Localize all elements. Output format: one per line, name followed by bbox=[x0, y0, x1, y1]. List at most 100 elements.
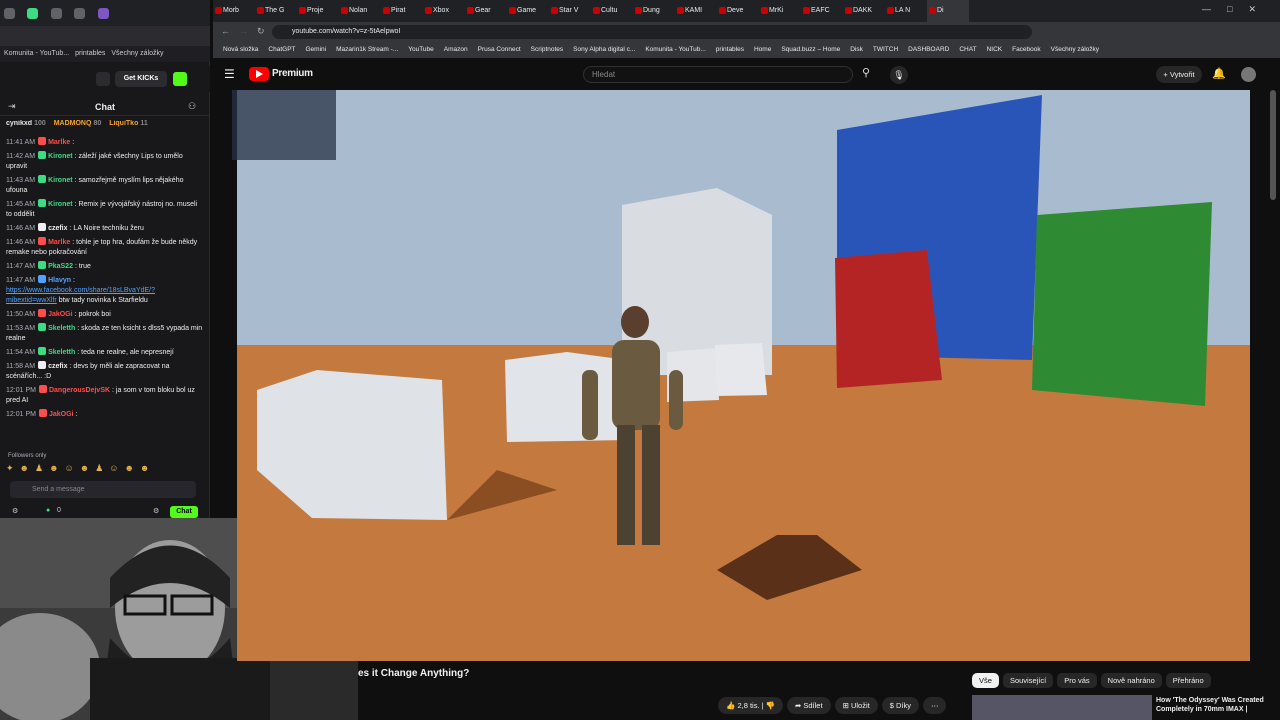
search-icon[interactable]: ⚲ bbox=[855, 66, 877, 83]
tab-icon[interactable] bbox=[50, 8, 62, 19]
bookmark[interactable]: Prusa Connect bbox=[478, 42, 521, 58]
chip-related[interactable]: Související bbox=[1002, 673, 1054, 688]
bookmark[interactable]: YouTube bbox=[408, 42, 434, 58]
message-user[interactable]: Kironet bbox=[48, 201, 73, 208]
browser-tab[interactable]: DAKK bbox=[843, 0, 885, 22]
bookmark[interactable]: Amazon bbox=[444, 42, 468, 58]
bookmark[interactable]: Nová složka bbox=[223, 42, 258, 58]
browser-tab[interactable]: Xbox bbox=[423, 0, 465, 22]
tab-icon[interactable] bbox=[74, 8, 86, 19]
browser-tab[interactable]: MrKi bbox=[759, 0, 801, 22]
chip-watched[interactable]: Přehráno bbox=[1165, 673, 1211, 688]
message-user[interactable]: JakOGi bbox=[49, 411, 74, 418]
chip-all[interactable]: Vše bbox=[972, 673, 999, 688]
chat-input[interactable]: Send a message bbox=[10, 481, 196, 498]
message-user[interactable]: PkaS22 bbox=[48, 263, 73, 270]
get-kicks-button[interactable]: Get KICKs bbox=[115, 71, 167, 87]
message-user[interactable]: JakOGi bbox=[48, 311, 73, 318]
bookmark[interactable]: CHAT bbox=[959, 42, 976, 58]
bookmark[interactable]: printables bbox=[75, 50, 105, 57]
layout-icon[interactable] bbox=[96, 72, 110, 86]
bookmark[interactable]: ChatGPT bbox=[268, 42, 295, 58]
url-bar[interactable]: youtube.com/watch?v=z-5tAelpwoI bbox=[272, 25, 1032, 39]
browser-tab[interactable]: Morb bbox=[213, 0, 255, 22]
avatar[interactable] bbox=[1241, 67, 1256, 82]
message-user[interactable]: Kironet bbox=[48, 153, 73, 160]
browser-tab[interactable]: LA N bbox=[885, 0, 927, 22]
scrollbar[interactable] bbox=[1270, 90, 1276, 200]
gifter-name[interactable]: LiquiTko bbox=[109, 120, 138, 127]
bookmark[interactable]: DASHBOARD bbox=[908, 42, 949, 58]
bookmark[interactable]: Všechny záložky bbox=[111, 50, 163, 57]
share-button[interactable]: ➦ Sdílet bbox=[787, 697, 831, 714]
browser-tab[interactable]: Deve bbox=[717, 0, 759, 22]
window-controls[interactable]: —□✕ bbox=[1202, 4, 1272, 15]
forward-icon[interactable]: → bbox=[239, 26, 248, 36]
recommendation-thumbnail[interactable] bbox=[972, 695, 1152, 720]
bell-icon[interactable]: 🔔 bbox=[1212, 67, 1226, 80]
premium-label[interactable]: Premium bbox=[272, 68, 313, 79]
gear-icon[interactable]: ⚙ bbox=[153, 507, 159, 515]
bookmark[interactable]: Komunita - YouTub... bbox=[4, 50, 69, 57]
message-user[interactable]: Skeletth bbox=[48, 349, 75, 356]
message-user[interactable]: Marlke bbox=[48, 139, 70, 146]
bookmark[interactable]: Scriptnotes bbox=[531, 42, 564, 58]
youtube-logo-icon[interactable] bbox=[249, 67, 269, 81]
browser-tab[interactable]: KAMI bbox=[675, 0, 717, 22]
bookmark[interactable]: Squad.buzz – Home bbox=[781, 42, 840, 58]
bookmark[interactable]: Sony Alpha digital c... bbox=[573, 42, 635, 58]
browser-tab[interactable]: Dung bbox=[633, 0, 675, 22]
thanks-button[interactable]: $ Díky bbox=[881, 697, 919, 714]
create-button[interactable]: + Vytvořit bbox=[1156, 66, 1202, 83]
bookmark[interactable]: Všechny záložky bbox=[1051, 42, 1099, 58]
browser-tab[interactable]: Nolan bbox=[339, 0, 381, 22]
save-button[interactable]: ⊞ Uložit bbox=[834, 697, 878, 714]
kick-logo-icon[interactable] bbox=[173, 72, 187, 86]
chip-recent[interactable]: Nově nahráno bbox=[1100, 673, 1162, 688]
bookmark[interactable]: Komunita - YouTub... bbox=[645, 42, 705, 58]
browser-tab[interactable]: Pirat bbox=[381, 0, 423, 22]
address-bar[interactable] bbox=[0, 26, 210, 46]
video-player[interactable] bbox=[237, 90, 1250, 661]
recommendation-title[interactable]: How 'The Odyssey' Was Created Completely… bbox=[1156, 696, 1276, 714]
bookmark[interactable]: Home bbox=[754, 42, 771, 58]
bookmark[interactable]: Mazarin1k Stream -... bbox=[336, 42, 398, 58]
browser-tab[interactable]: Game bbox=[507, 0, 549, 22]
send-chat-button[interactable]: Chat bbox=[170, 506, 198, 518]
bookmark[interactable]: printables bbox=[716, 42, 744, 58]
message-user[interactable]: czefix bbox=[48, 225, 67, 232]
menu-icon[interactable]: ☰ bbox=[224, 67, 235, 81]
browser-tab[interactable]: Cultu bbox=[591, 0, 633, 22]
more-icon[interactable]: ⋯ bbox=[922, 697, 947, 714]
message-user[interactable]: Kironet bbox=[48, 177, 73, 184]
gifter-name[interactable]: MADMONQ bbox=[54, 120, 92, 127]
message-user[interactable]: DangerousDejvSK bbox=[49, 387, 110, 394]
bookmark[interactable]: Disk bbox=[850, 42, 863, 58]
bookmark[interactable]: TWITCH bbox=[873, 42, 898, 58]
bookmark[interactable]: Facebook bbox=[1012, 42, 1041, 58]
microphone-icon[interactable]: 🎙 bbox=[890, 66, 908, 84]
browser-tab[interactable]: The G bbox=[255, 0, 297, 22]
message-user[interactable]: Hlavyn bbox=[48, 277, 71, 284]
reload-icon[interactable]: ↻ bbox=[257, 26, 265, 37]
browser-tab[interactable]: Proje bbox=[297, 0, 339, 22]
tab-icon[interactable] bbox=[4, 8, 15, 19]
back-icon[interactable]: ← bbox=[221, 26, 230, 36]
emote-bar[interactable]: ✦☻♟☻☺☻♟☺☻☻ bbox=[6, 463, 204, 475]
browser-tab[interactable]: Star V bbox=[549, 0, 591, 22]
browser-tab[interactable]: Di bbox=[927, 0, 969, 22]
tab-icon[interactable] bbox=[27, 8, 39, 19]
users-icon[interactable]: ⚇ bbox=[188, 101, 196, 112]
gifter-name[interactable]: cynikxd bbox=[6, 120, 32, 127]
browser-tab[interactable]: Gear bbox=[465, 0, 507, 22]
like-button[interactable]: 👍 2,8 tis. | 👎 bbox=[718, 697, 783, 714]
tab-icon[interactable] bbox=[97, 8, 109, 19]
bookmark[interactable]: Gemini bbox=[306, 42, 327, 58]
message-user[interactable]: Marlke bbox=[48, 239, 70, 246]
chip-for-you[interactable]: Pro vás bbox=[1057, 673, 1097, 688]
search-input[interactable]: Hledat bbox=[583, 66, 853, 83]
browser-tab[interactable]: EAFC bbox=[801, 0, 843, 22]
bookmark[interactable]: NICK bbox=[987, 42, 1003, 58]
message-user[interactable]: Skeletth bbox=[48, 325, 75, 332]
settings-icon[interactable]: ⚙ bbox=[12, 507, 18, 515]
